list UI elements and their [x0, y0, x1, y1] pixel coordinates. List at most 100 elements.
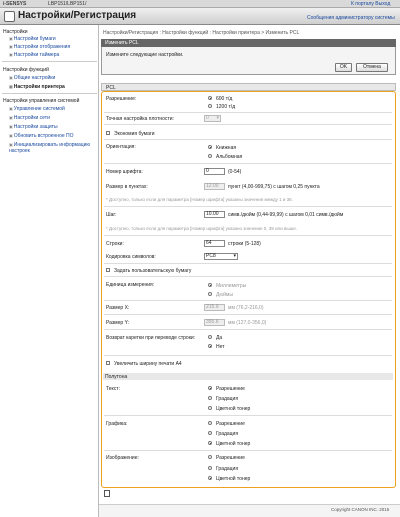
image-halftone-label: Изображение: — [106, 455, 139, 461]
logout-link[interactable]: Выход — [375, 1, 390, 7]
divider — [104, 235, 392, 236]
divider — [104, 139, 392, 140]
graphics-resolution-radio[interactable] — [208, 421, 212, 425]
bullet-icon: ▣ — [9, 133, 13, 138]
option-label: Градация — [216, 396, 239, 402]
portal-link-label[interactable]: К порталу — [351, 1, 374, 7]
sidebar-section-title: Настройки — [3, 29, 28, 35]
bullet-icon: ▣ — [9, 106, 13, 111]
divider — [104, 355, 392, 356]
sidebar-item-firmware[interactable]: ▣Обновить встроенное ПО — [9, 133, 74, 139]
lines-label: Строки: — [106, 241, 124, 247]
sidebar-item-system-mgmt[interactable]: ▣Управление системой — [9, 106, 65, 112]
resolution-label: Разрешение: — [106, 96, 137, 102]
sidebar-item-printer[interactable]: ▣Настройки принтера — [9, 84, 65, 90]
document-icon[interactable] — [104, 490, 110, 497]
sidebar-item-paper[interactable]: ▣Настройки бумаги — [9, 36, 56, 42]
halftone-section-title: Полутона — [103, 373, 393, 380]
portrait-radio[interactable] — [208, 145, 212, 149]
option-label: Разрешение — [216, 421, 245, 427]
sidebar-item-general[interactable]: ▣Общие настройки — [9, 75, 55, 81]
text-halftone-label: Текст: — [106, 386, 120, 392]
option-label: Разрешение — [216, 386, 245, 392]
unit-mm-label: Миллиметры — [216, 283, 247, 289]
pitch-input[interactable]: 10.00 — [204, 211, 225, 218]
charset-select[interactable]: PC8 — [204, 253, 238, 260]
bullet-icon: ▣ — [9, 52, 13, 57]
sidebar-item-timer[interactable]: ▣Настройки таймера — [9, 52, 59, 58]
resolution-600-radio[interactable] — [208, 96, 212, 100]
option-label: Градация — [216, 431, 239, 437]
unit-inch-label: Дюймы — [216, 292, 233, 298]
unit-inch-radio[interactable] — [208, 292, 212, 296]
cr-no-radio[interactable] — [208, 344, 212, 348]
text-resolution-radio[interactable] — [208, 386, 212, 390]
bullet-icon: ▣ — [9, 75, 13, 80]
instruction-text: Измените следующие настройки. — [106, 52, 184, 58]
point-size-label: Размер в пунктах: — [106, 184, 148, 190]
orientation-label: Ориентация: — [106, 144, 136, 150]
divider — [104, 300, 392, 301]
pitch-label: Шаг: — [106, 212, 117, 218]
printer-model: LBP151/LBP151/ — [48, 1, 87, 7]
sidebar-section-title: Настройки функций — [3, 67, 49, 73]
point-size-input[interactable]: 12.00 — [204, 183, 225, 190]
image-gradation-radio[interactable] — [208, 466, 212, 470]
sidebar-section-title: Настройки управления системой — [3, 98, 80, 104]
bullet-icon: ▣ — [9, 142, 13, 147]
font-number-label: Номер шрифта: — [106, 169, 143, 175]
size-y-hint: мм (127,0-356,0) — [228, 320, 267, 326]
ok-button[interactable]: OK — [335, 63, 352, 72]
option-label: Цветной тонер — [216, 406, 251, 412]
graphics-halftone-label: Графика: — [106, 421, 128, 427]
admin-messages-link[interactable]: Сообщения администратору системы — [307, 15, 395, 21]
image-color-toner-radio[interactable] — [208, 476, 212, 480]
panel-title: Изменить PCL — [101, 39, 396, 47]
divider — [104, 163, 392, 164]
option-label: Цветной тонер — [216, 441, 251, 447]
resolution-1200-label: 1200 т/д — [216, 104, 236, 110]
font-number-input[interactable]: 0 — [204, 168, 225, 175]
sidebar-item-display[interactable]: ▣Настройки отображения — [9, 44, 70, 50]
economy-checkbox[interactable] — [106, 131, 110, 135]
divider — [104, 329, 392, 330]
image-resolution-radio[interactable] — [208, 455, 212, 459]
a4-width-label: Увеличить ширину печати A4 — [114, 361, 182, 367]
size-x-label: Размер X: — [106, 305, 130, 311]
resolution-1200-radio[interactable] — [208, 104, 212, 108]
option-label: Разрешение — [216, 455, 245, 461]
text-gradation-radio[interactable] — [208, 396, 212, 400]
graphics-gradation-radio[interactable] — [208, 431, 212, 435]
portal-link[interactable]: К порталу Выход — [351, 1, 390, 7]
cancel-button[interactable]: Отмена — [356, 63, 388, 72]
bullet-icon: ▣ — [9, 124, 13, 129]
cr-yes-radio[interactable] — [208, 335, 212, 339]
divider — [104, 206, 392, 207]
divider — [104, 314, 392, 315]
divider — [104, 263, 392, 264]
size-y-label: Размер Y: — [106, 320, 130, 326]
text-color-toner-radio[interactable] — [208, 406, 212, 410]
graphics-color-toner-radio[interactable] — [208, 441, 212, 445]
brand-logo: i-SENSYS — [3, 1, 27, 7]
custom-paper-checkbox[interactable] — [106, 268, 110, 272]
size-x-input[interactable]: 215.9 — [204, 304, 225, 311]
divider — [104, 124, 392, 125]
sidebar-item-init-settings[interactable]: ▣Инициализировать информацию настроек — [9, 142, 95, 154]
landscape-radio[interactable] — [208, 154, 212, 158]
density-label: Точная настройка плотности: — [106, 116, 174, 122]
point-size-note: * Доступно, только если для параметра [Н… — [106, 197, 293, 202]
option-label: Градация — [216, 466, 239, 472]
a4-width-checkbox[interactable] — [106, 361, 110, 365]
pitch-hint: симв./дюйм (0,44-99,99) с шагом 0,01 сим… — [228, 212, 344, 218]
divider — [104, 276, 392, 277]
density-select[interactable]: 0 — [204, 115, 221, 122]
lines-input[interactable]: 64 — [204, 240, 225, 247]
sidebar-item-network[interactable]: ▣Настройки сети — [9, 115, 50, 121]
size-y-input[interactable]: 355.6 — [204, 319, 225, 326]
size-x-hint: мм (76,2-216,0) — [228, 305, 264, 311]
unit-mm-radio[interactable] — [208, 283, 212, 287]
page-title: Настройки/Регистрация — [18, 10, 137, 21]
sidebar-item-security[interactable]: ▣Настройки защиты — [9, 124, 58, 130]
font-number-range: (0-54) — [228, 169, 242, 175]
